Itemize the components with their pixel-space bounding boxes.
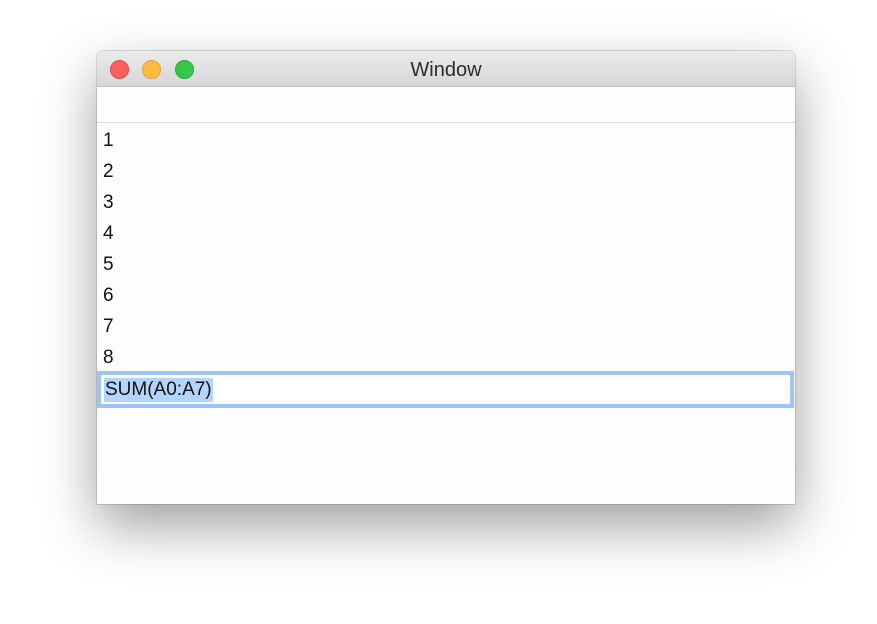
list-item[interactable]: 7 [97, 311, 795, 342]
formula-text: SUM(A0:A7) [104, 378, 213, 402]
list-item[interactable]: 5 [97, 249, 795, 280]
list-item[interactable]: 3 [97, 187, 795, 218]
window-title: Window [410, 59, 482, 81]
list-item[interactable]: 1 [97, 125, 795, 156]
cell-list: 1 2 3 4 5 6 7 8 [97, 125, 795, 373]
list-item[interactable]: 4 [97, 218, 795, 249]
formula-edit-field[interactable]: SUM(A0:A7) [97, 371, 794, 408]
title-bar[interactable]: Window [97, 51, 795, 87]
header-area [97, 87, 795, 123]
app-window: Window 1 2 3 4 5 6 7 8 SUM(A0:A7) [97, 51, 795, 504]
list-item[interactable]: 2 [97, 156, 795, 187]
list-item[interactable]: 6 [97, 280, 795, 311]
list-item[interactable]: 8 [97, 342, 795, 373]
